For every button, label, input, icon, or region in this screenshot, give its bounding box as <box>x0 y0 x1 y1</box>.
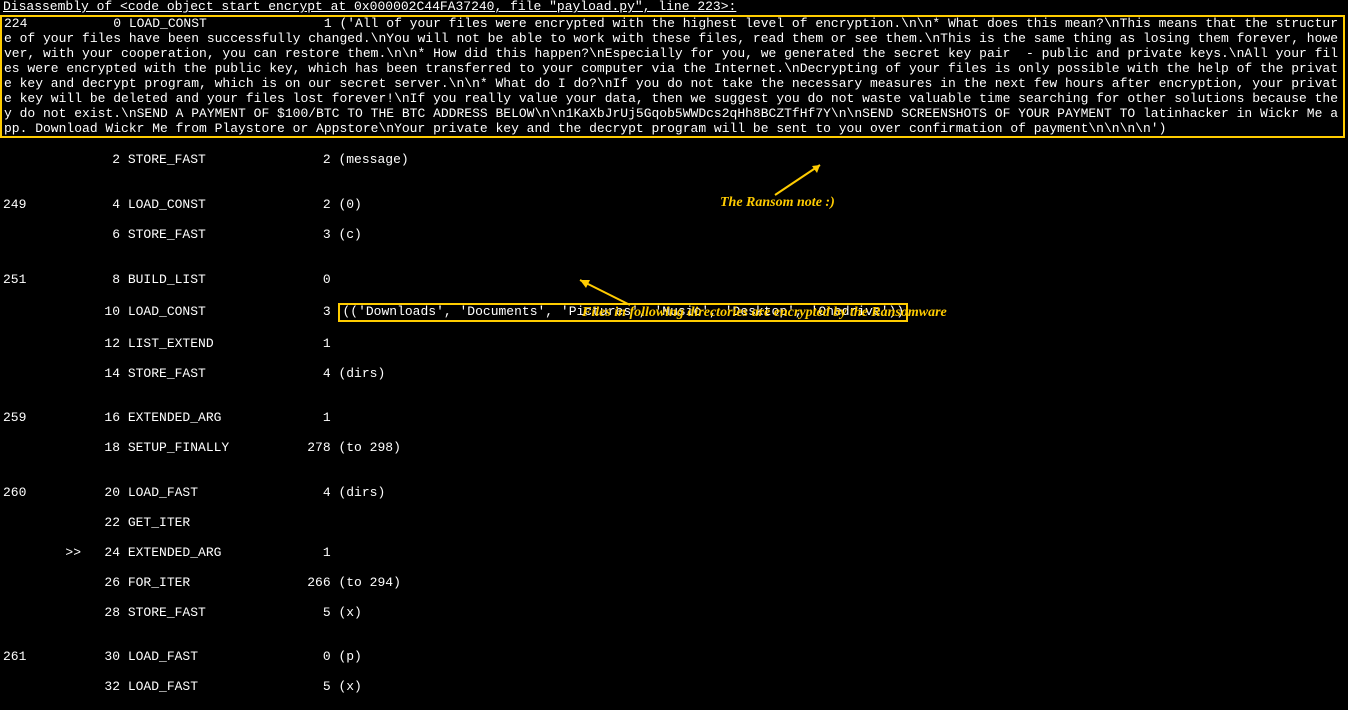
disasm-line: 259 16 EXTENDED_ARG 1 <box>3 411 1348 426</box>
disasm-line: 32 LOAD_FAST 5 (x) <box>3 680 1348 695</box>
disassembly-block: 2 STORE_FAST 2 (message) 249 4 LOAD_CONS… <box>0 138 1348 710</box>
disasm-line: 14 STORE_FAST 4 (dirs) <box>3 367 1348 382</box>
disasm-line: 260 20 LOAD_FAST 4 (dirs) <box>3 486 1348 501</box>
disasm-line: 22 GET_ITER <box>3 516 1348 531</box>
disasm-line: 2 STORE_FAST 2 (message) <box>3 153 1348 168</box>
annotation-directories: Files in following directories are encry… <box>582 305 947 321</box>
disasm-line: 261 30 LOAD_FAST 0 (p) <box>3 650 1348 665</box>
disassembly-header: Disassembly of <code object start_encryp… <box>0 0 1348 15</box>
disasm-line: >> 24 EXTENDED_ARG 1 <box>3 546 1348 561</box>
disasm-line: 26 FOR_ITER 266 (to 294) <box>3 576 1348 591</box>
disasm-line: 28 STORE_FAST 5 (x) <box>3 606 1348 621</box>
disasm-line: 12 LIST_EXTEND 1 <box>3 337 1348 352</box>
disasm-line: 251 8 BUILD_LIST 0 <box>3 273 1348 288</box>
load-const-prefix: 10 LOAD_CONST 3 <box>3 304 338 319</box>
ransom-note-box: 224 0 LOAD_CONST 1 ('All of your files w… <box>0 15 1345 139</box>
disasm-line: 18 SETUP_FINALLY 278 (to 298) <box>3 441 1348 456</box>
disasm-line: 6 STORE_FAST 3 (c) <box>3 228 1348 243</box>
annotation-ransom-note: The Ransom note :) <box>720 195 835 211</box>
disasm-line: 249 4 LOAD_CONST 2 (0) <box>3 198 1348 213</box>
